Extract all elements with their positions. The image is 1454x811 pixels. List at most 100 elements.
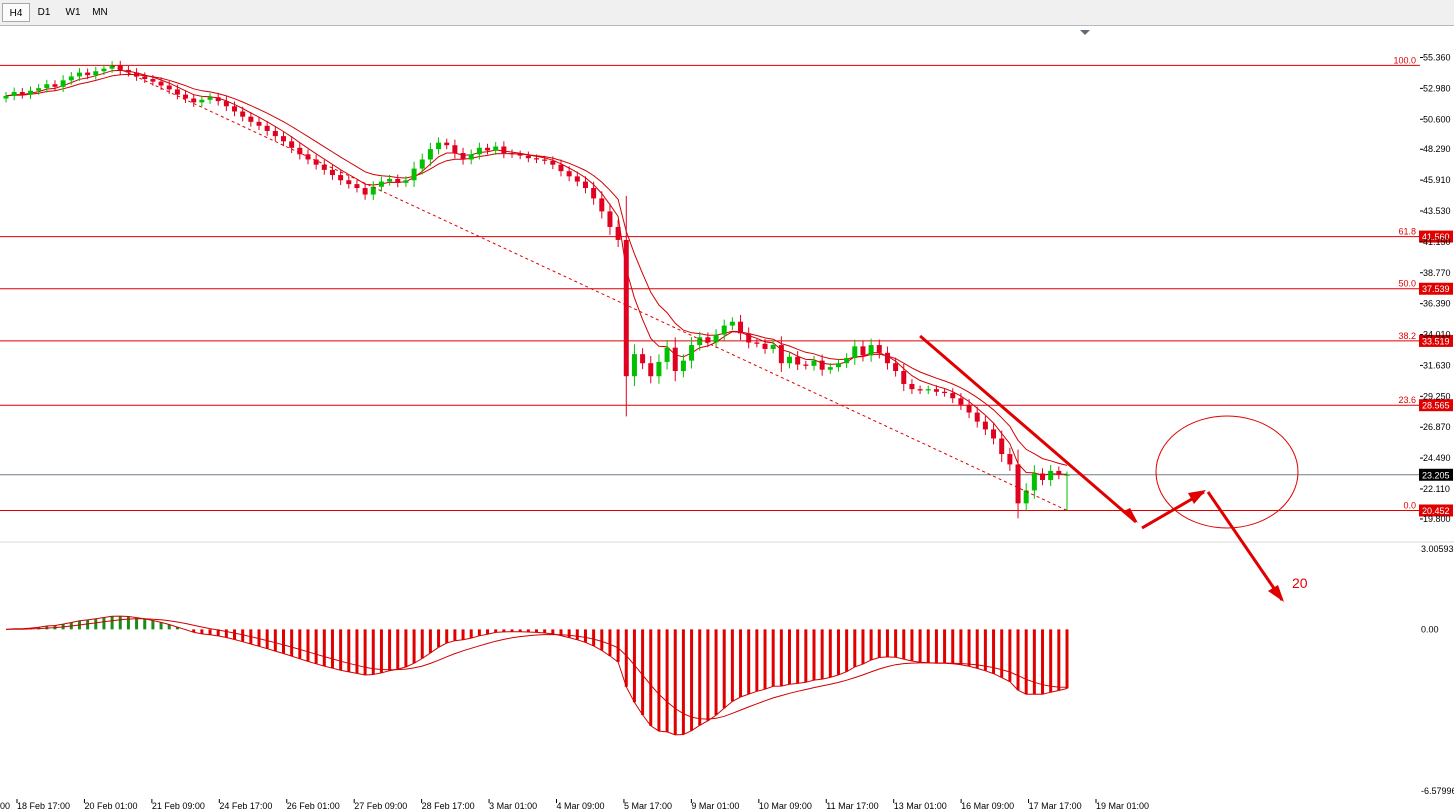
timeframe-w1-button[interactable]: W1: [60, 3, 86, 22]
candle-body: [942, 391, 948, 394]
fib-price-label-2: 37.539: [1422, 284, 1450, 294]
date-label-6: 28 Feb 17:00: [422, 801, 475, 811]
price-chart[interactable]: 100.061.841.56050.037.53938.233.51923.62…: [0, 26, 1454, 811]
fib-level-label-0: 100.0: [1393, 55, 1416, 65]
candle-body: [1007, 454, 1013, 465]
date-label-16: 19 Mar 01:00: [1096, 801, 1149, 811]
candle-body: [158, 81, 164, 86]
candle-body: [591, 188, 597, 199]
projection-target-label: 20: [1292, 575, 1308, 591]
price-tick-label-4: 45.910: [1423, 175, 1451, 185]
candle-body: [427, 149, 433, 160]
date-label-15: 17 Mar 17:00: [1029, 801, 1082, 811]
moving-average-slow: [5, 73, 1068, 466]
candle-body: [452, 145, 458, 154]
candle-body: [525, 155, 531, 159]
candle-body: [599, 198, 605, 212]
candle-body: [460, 153, 466, 160]
candle-body: [689, 345, 695, 361]
candle-body: [542, 159, 548, 161]
date-label-8: 4 Mar 09:00: [557, 801, 605, 811]
candle-body: [852, 346, 858, 359]
candle-body: [223, 101, 229, 107]
candle-body: [819, 360, 825, 370]
date-label-2: 21 Feb 09:00: [152, 801, 205, 811]
date-label-9: 5 Mar 17:00: [624, 801, 672, 811]
candle-body: [183, 94, 189, 99]
candle-body: [44, 84, 50, 89]
candle-body: [811, 360, 817, 366]
candle-body: [982, 421, 988, 430]
candle-body: [631, 354, 637, 377]
candle-body: [991, 429, 997, 439]
candle-body: [754, 342, 760, 344]
date-label-3: 24 Feb 17:00: [219, 801, 272, 811]
candle-body: [1031, 473, 1037, 491]
macd-axis-label-0: 3.00593: [1421, 544, 1454, 554]
price-tick-label-9: 34.010: [1423, 330, 1451, 340]
timeframe-mn-button[interactable]: MN: [88, 3, 112, 22]
candle-body: [680, 360, 686, 372]
date-label-4: 26 Feb 01:00: [287, 801, 340, 811]
candle-body: [68, 76, 74, 81]
candle-body: [803, 364, 809, 366]
price-tick-label-14: 22.110: [1423, 484, 1450, 494]
candle-body: [199, 99, 205, 103]
candle-body: [860, 346, 866, 356]
fib-level-label-5: 0.0: [1403, 500, 1416, 510]
moving-average-fast: [5, 69, 1068, 476]
candle-body: [1048, 470, 1054, 481]
date-label-10: 9 Mar 01:00: [691, 801, 739, 811]
price-tick-label-11: 29.250: [1423, 391, 1451, 401]
candle-body: [925, 389, 931, 391]
timeframe-d1-button[interactable]: D1: [32, 3, 56, 22]
candle-body: [884, 352, 890, 364]
candle-body: [550, 160, 556, 165]
date-label-13: 13 Mar 01:00: [894, 801, 947, 811]
moving-averages: [5, 69, 1068, 476]
candle-body: [501, 146, 507, 154]
price-tick-label-7: 38.770: [1423, 268, 1451, 278]
candle-body: [705, 337, 711, 343]
candle-body: [403, 180, 409, 183]
candle-body: [117, 65, 123, 70]
candle-body: [1064, 474, 1070, 476]
candle-body: [256, 121, 262, 126]
candle-body: [362, 188, 368, 195]
candle-body: [378, 181, 384, 187]
macd-line: [5, 615, 1068, 736]
candle-body: [354, 184, 360, 189]
candle-body: [476, 147, 482, 155]
candle-body: [76, 72, 82, 77]
candle-body: [207, 97, 213, 100]
candle-body: [142, 76, 148, 80]
candle-body: [468, 154, 474, 160]
price-tick-label-5: 43.530: [1423, 206, 1451, 216]
date-label-1: 20 Feb 01:00: [84, 801, 137, 811]
candle-body: [640, 354, 646, 364]
projection-arrow-target: [1206, 491, 1284, 601]
candle-body: [974, 412, 980, 422]
price-tick-label-13: 24.490: [1423, 453, 1451, 463]
timeframe-h4-button[interactable]: H4: [2, 3, 30, 22]
price-tick-label-8: 36.390: [1423, 299, 1451, 309]
candle-body: [933, 389, 939, 392]
price-tick-label-15: 19.800: [1423, 514, 1451, 524]
price-tick-label-2: 50.600: [1423, 114, 1451, 124]
candle-body: [615, 226, 621, 240]
candle-body: [338, 175, 344, 181]
candle-body: [3, 95, 9, 99]
fib-price-label-4: 28.565: [1422, 401, 1450, 411]
candle-body: [411, 168, 417, 181]
candle-body: [387, 178, 393, 182]
candle-body: [787, 356, 793, 364]
candle-body: [534, 158, 539, 160]
trend-dashed-line: [111, 64, 1068, 511]
price-tick-label-12: 26.870: [1423, 422, 1451, 432]
candle-body: [958, 398, 964, 405]
price-tick-label-0: 55.360: [1423, 52, 1451, 62]
candle-body: [101, 68, 107, 72]
candle-body: [729, 321, 735, 326]
candle-body: [485, 147, 491, 151]
candle-body: [93, 71, 99, 76]
